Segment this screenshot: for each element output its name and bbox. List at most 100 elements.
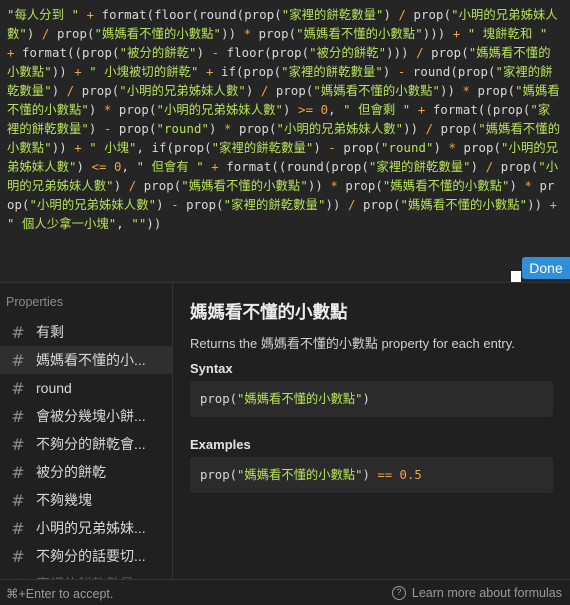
- property-item-label: 有剩: [36, 324, 64, 340]
- property-item[interactable]: # 小明的兄弟姊妹...: [0, 514, 172, 542]
- formula-function-token: )): [221, 27, 244, 41]
- formula-string-token: "媽媽看不懂的小數點": [296, 27, 423, 41]
- formula-function-token: ): [26, 27, 42, 41]
- formula-function-token: prop(: [355, 198, 401, 212]
- formula-function-token: ): [196, 46, 212, 60]
- formula-function-token: ): [76, 160, 92, 174]
- formula-function-token: ): [383, 8, 399, 22]
- property-item[interactable]: # 不夠分的餅乾會...: [0, 430, 172, 458]
- formula-string-token: "家裡的餅乾數量": [223, 198, 326, 212]
- formula-function-token: ,: [328, 103, 344, 117]
- formula-function-token: )): [307, 179, 331, 193]
- sidebar-heading: Properties: [6, 295, 63, 309]
- formula-string-token: "round": [380, 141, 434, 155]
- property-item-label: 會被分幾塊小餅...: [36, 408, 146, 424]
- properties-sidebar[interactable]: Properties # 有剩 # 媽媽看不懂的小... # round # 會被分幾塊小餅.…: [0, 283, 173, 580]
- formula-function-token: ): [313, 141, 329, 155]
- formula-function-token: ))): [386, 46, 417, 60]
- formula-function-token: )): [527, 198, 550, 212]
- formula-function-token: format((prop(: [22, 46, 120, 60]
- formula-operator-token: +: [203, 160, 227, 174]
- property-item[interactable]: # 被分的餅乾: [0, 458, 172, 486]
- formula-operator-token: *: [224, 122, 232, 136]
- property-item[interactable]: # 會被分幾塊小餅...: [0, 402, 172, 430]
- formula-function-token: ): [433, 141, 449, 155]
- properties-panel: Properties # 有剩 # 媽媽看不懂的小... # round # 會被分幾塊小餅.…: [0, 282, 570, 580]
- example-operator: ==: [369, 468, 400, 482]
- property-list: # 有剩 # 媽媽看不懂的小... # round # 會被分幾塊小餅... # 不夠分的餅乾會.…: [0, 318, 172, 580]
- formula-string-token: "媽媽看不懂的小數點": [94, 27, 222, 41]
- learn-more-link[interactable]: ? Learn more about formulas: [391, 586, 562, 600]
- formula-string-token: "被分的餅乾": [119, 46, 197, 60]
- formula-operator-token: *: [243, 27, 252, 41]
- formula-function-token: prop(: [406, 8, 452, 22]
- detail-description: Returns the 媽媽看不懂的小數點 property for each …: [190, 333, 515, 352]
- property-item-label: 小明的兄弟姊妹...: [36, 520, 146, 536]
- formula-function-token: ): [470, 160, 486, 174]
- formula-function-token: prop(: [111, 122, 157, 136]
- formula-string-token: " 小塊": [81, 141, 137, 155]
- formula-string-token: "家裡的餅乾數量": [211, 141, 314, 155]
- formula-function-token: prop(: [231, 122, 277, 136]
- formula-string-token: " 但會有 ": [136, 160, 204, 174]
- formula-operator-token: >=: [298, 103, 314, 117]
- formula-function-token: )): [51, 65, 75, 79]
- formula-function-token: ): [208, 122, 224, 136]
- formula-function-token: , if(prop(: [136, 141, 212, 155]
- done-button[interactable]: Done: [522, 257, 570, 279]
- property-detail: 媽媽看不懂的小數點 Returns the 媽媽看不懂的小數點 property…: [190, 283, 570, 580]
- formula-function-token: prop(: [49, 27, 95, 41]
- formula-string-token: "被分的餅乾": [309, 46, 387, 60]
- formula-function-token: ): [156, 198, 172, 212]
- formula-string-token: "": [131, 217, 147, 231]
- example-fn: prop(: [200, 468, 238, 482]
- formula-operator-token: /: [398, 8, 407, 22]
- formula-function-token: prop(: [251, 27, 297, 41]
- formula-string-token: " 小塊被切的餅乾": [81, 65, 199, 79]
- formula-number-token: 0: [313, 103, 329, 117]
- formula-function-token: ): [113, 179, 129, 193]
- formula-function-token: prop(: [423, 46, 469, 60]
- formula-string-token: " 塊餅乾和 ": [460, 27, 548, 41]
- formula-function-token: ,: [121, 160, 137, 174]
- property-item[interactable]: # 有剩: [0, 318, 172, 346]
- formula-function-token: prop(: [433, 122, 479, 136]
- formula-function-token: ): [382, 65, 398, 79]
- formula-string-token: "家裡的餅乾數量": [368, 160, 471, 174]
- text-cursor: [511, 271, 521, 282]
- property-item-label: round: [36, 380, 72, 396]
- formula-code[interactable]: "每人分到 " + format(floor(round(prop("家裡的餅乾…: [7, 6, 562, 234]
- footer-bar: ⌘+Enter to accept. ? Learn more about fo…: [0, 579, 570, 605]
- syntax-label: Syntax: [190, 361, 233, 376]
- formula-string-token: "每人分到 ": [7, 8, 80, 22]
- formula-editor[interactable]: "每人分到 " + format(floor(round(prop("家裡的餅乾…: [0, 0, 570, 282]
- desc-property-name: 媽媽看不懂的小數點: [260, 336, 378, 351]
- formula-string-token: "小明的兄弟姊妹人數": [276, 122, 404, 136]
- formula-string-token: " 但會剩 ": [343, 103, 411, 117]
- property-item[interactable]: # round: [0, 374, 172, 402]
- formula-function-token: prop(: [268, 84, 314, 98]
- formula-operator-token: -: [328, 141, 336, 155]
- number-property-icon: #: [11, 462, 25, 482]
- property-item-label: 不夠分的話要切...: [36, 548, 146, 564]
- formula-function-token: )): [146, 217, 162, 231]
- formula-function-token: prop(: [470, 84, 516, 98]
- formula-function-token: prop(: [74, 84, 120, 98]
- formula-operator-token: /: [347, 198, 356, 212]
- property-item[interactable]: # 不夠分的話要切...: [0, 542, 172, 570]
- formula-operator-token: +: [198, 65, 222, 79]
- syntax-code: prop("媽媽看不懂的小數點"): [190, 381, 553, 417]
- formula-string-token: "round": [156, 122, 209, 136]
- formula-operator-token: -: [171, 198, 179, 212]
- formula-string-token: "媽媽看不懂的小數點": [313, 84, 441, 98]
- formula-number-token: 0: [106, 160, 122, 174]
- formula-function-token: floor(prop(: [219, 46, 310, 60]
- formula-function-token: format((round(prop(: [226, 160, 369, 174]
- property-item[interactable]: # 媽媽看不懂的小...: [0, 346, 172, 374]
- formula-operator-token: *: [330, 179, 338, 193]
- formula-operator-token: *: [524, 179, 533, 193]
- formula-string-token: "媽媽看不懂的小數點": [382, 179, 510, 193]
- property-item-label: 被分的餅乾: [36, 464, 106, 480]
- formula-string-token: "家裡的餅乾數量": [281, 65, 383, 79]
- property-item[interactable]: # 不夠幾塊: [0, 486, 172, 514]
